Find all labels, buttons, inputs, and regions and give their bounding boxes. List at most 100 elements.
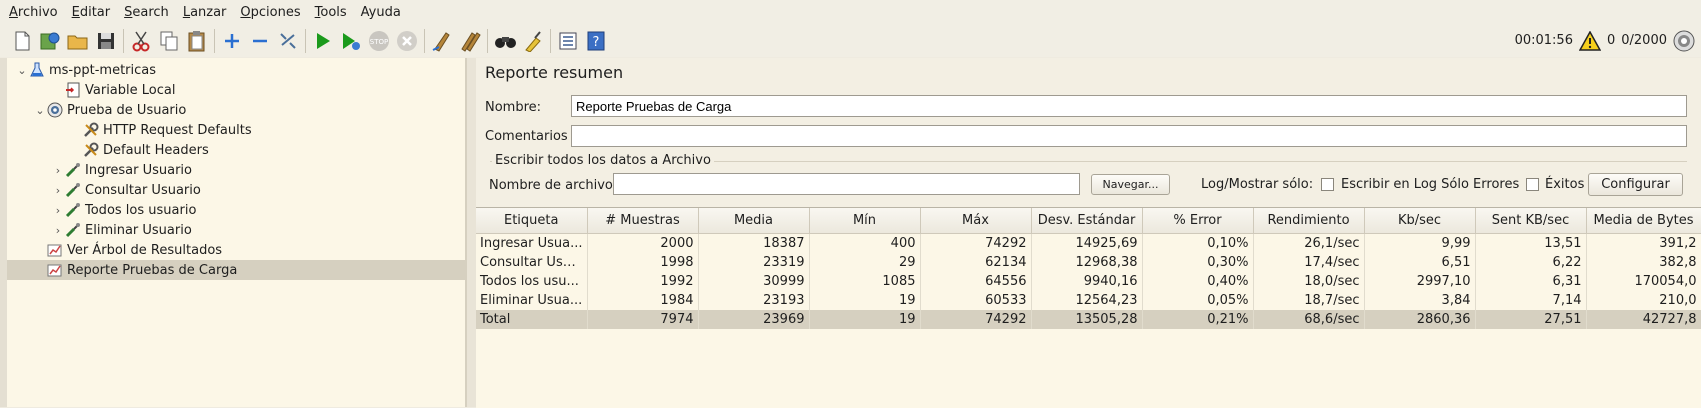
- success-checkbox[interactable]: [1526, 178, 1539, 191]
- table-cell: 60533: [920, 291, 1032, 310]
- results-table-area: Etiqueta # Muestras Media Mín Máx Desv. Están…: [476, 207, 1701, 408]
- tree-item[interactable]: ⌄ Prueba de Usuario: [7, 100, 465, 120]
- column-header[interactable]: Media: [698, 208, 810, 234]
- expand-icon[interactable]: [221, 29, 243, 53]
- menu-item[interactable]: Archivo: [0, 5, 65, 20]
- tree-item[interactable]: ⌄ ms-ppt-metricas: [7, 60, 465, 80]
- expanded-chevron-icon[interactable]: ⌄: [33, 104, 47, 117]
- table-row[interactable]: Consultar Usu... 1998 23319 29 62134 12968,38…: [476, 253, 1701, 272]
- table-row[interactable]: Eliminar Usua... 1984 23193 19 60533 12564,23…: [476, 291, 1701, 310]
- clear-icon[interactable]: [431, 29, 453, 53]
- table-cell: 23969: [698, 310, 810, 329]
- table-row[interactable]: Total 7974 23969 19 74292 13505,28 0,21% 68,6/s…: [476, 310, 1701, 329]
- column-header[interactable]: Etiqueta: [476, 208, 588, 234]
- tree-item[interactable]: HTTP Request Defaults: [7, 120, 465, 140]
- save-icon[interactable]: [95, 29, 117, 53]
- tree-item[interactable]: Ver Árbol de Resultados: [7, 240, 465, 260]
- table-cell: 9940,16: [1031, 272, 1143, 291]
- menu-item[interactable]: Lanzar: [176, 5, 234, 20]
- errors-only-checkbox[interactable]: [1321, 178, 1334, 191]
- table-cell: 12564,23: [1031, 291, 1143, 310]
- start-no-pauses-icon[interactable]: [340, 29, 362, 53]
- collapsed-chevron-icon[interactable]: ›: [51, 184, 65, 197]
- column-header[interactable]: Media de Bytes: [1586, 208, 1701, 234]
- pipette-icon: [65, 162, 81, 178]
- copy-icon[interactable]: [158, 29, 180, 53]
- table-row[interactable]: Ingresar Usua... 2000 18387 400 74292 14925,6…: [476, 233, 1701, 253]
- name-label: Nombre:: [485, 100, 542, 115]
- start-icon[interactable]: [312, 29, 334, 53]
- menu-item[interactable]: Editar: [65, 5, 118, 20]
- column-header[interactable]: Sent KB/sec: [1475, 208, 1587, 234]
- table-cell: 1998: [587, 253, 699, 272]
- table-cell: 18,7/sec: [1253, 291, 1365, 310]
- filename-input[interactable]: [613, 173, 1080, 195]
- tree-item[interactable]: › Eliminar Usuario: [7, 220, 465, 240]
- search-icon[interactable]: [494, 29, 516, 53]
- table-cell: 13,51: [1475, 233, 1587, 253]
- success-label: Éxitos: [1545, 177, 1585, 192]
- table-body: Ingresar Usua... 2000 18387 400 74292 14925,6…: [476, 233, 1701, 329]
- column-header[interactable]: % Error: [1142, 208, 1254, 234]
- tree-item[interactable]: Default Headers: [7, 140, 465, 160]
- function-helper-icon[interactable]: [557, 29, 579, 53]
- column-header[interactable]: Kb/sec: [1364, 208, 1476, 234]
- tree-item-label: Eliminar Usuario: [85, 222, 192, 238]
- tree-item[interactable]: Reporte Pruebas de Carga: [7, 260, 465, 280]
- templates-icon[interactable]: [39, 29, 61, 53]
- shutdown-icon[interactable]: [396, 29, 418, 53]
- elapsed-timer: 00:01:56: [1514, 33, 1573, 48]
- thread-status-icon: [1673, 30, 1695, 52]
- table-cell: 17,4/sec: [1253, 253, 1365, 272]
- clear-all-icon[interactable]: [459, 29, 481, 53]
- cut-icon[interactable]: [130, 29, 152, 53]
- table-cell: 2997,10: [1364, 272, 1476, 291]
- svg-text:?: ?: [593, 35, 600, 50]
- column-header[interactable]: Mín: [809, 208, 921, 234]
- new-icon[interactable]: [11, 29, 33, 53]
- menu-mnemonic: A: [9, 4, 18, 20]
- toolbar: STOP ? 00:01:56 0 0/2000: [0, 24, 1701, 57]
- collapsed-chevron-icon[interactable]: ›: [51, 164, 65, 177]
- table-cell: 7974: [587, 310, 699, 329]
- left-edge-strip: [0, 58, 7, 407]
- menu-item[interactable]: Opciones: [233, 5, 307, 20]
- comments-input[interactable]: [571, 125, 1687, 147]
- open-icon[interactable]: [67, 29, 89, 53]
- tree-item-label: Ver Árbol de Resultados: [67, 242, 223, 258]
- toggle-icon[interactable]: [277, 29, 299, 53]
- stop-icon[interactable]: STOP: [368, 29, 390, 53]
- tree-item[interactable]: › Todos los usuario: [7, 200, 465, 220]
- menu-item[interactable]: Search: [117, 5, 176, 20]
- browse-button[interactable]: Navegar...: [1091, 174, 1170, 195]
- log-show-label: Log/Mostrar sólo:: [1201, 177, 1314, 192]
- configure-button[interactable]: Configurar: [1588, 173, 1683, 196]
- table-cell: 0,40%: [1142, 272, 1254, 291]
- column-header[interactable]: Desv. Estándar: [1031, 208, 1143, 234]
- table-cell: 400: [809, 233, 921, 253]
- table-row[interactable]: Todos los usu... 1992 30999 1085 64556 9940,1…: [476, 272, 1701, 291]
- column-header[interactable]: Máx: [920, 208, 1032, 234]
- paste-icon[interactable]: [186, 29, 208, 53]
- warning-icon[interactable]: [1578, 30, 1601, 51]
- table-cell: 1085: [809, 272, 921, 291]
- collapse-icon[interactable]: [249, 29, 271, 53]
- panel-title: Reporte resumen: [485, 63, 624, 82]
- menu-item[interactable]: Tools: [308, 5, 354, 20]
- expanded-chevron-icon[interactable]: ⌄: [15, 64, 29, 77]
- table-cell: 170054,0: [1586, 272, 1701, 291]
- column-header[interactable]: # Muestras: [587, 208, 699, 234]
- collapsed-chevron-icon[interactable]: ›: [51, 224, 65, 237]
- column-header[interactable]: Rendimiento: [1253, 208, 1365, 234]
- table-cell: Total: [476, 310, 588, 329]
- table-cell: 1992: [587, 272, 699, 291]
- tree-item-label: Default Headers: [103, 142, 209, 158]
- tree-item[interactable]: › Ingresar Usuario: [7, 160, 465, 180]
- tree-item[interactable]: Variable Local: [7, 80, 465, 100]
- tree-item[interactable]: › Consultar Usuario: [7, 180, 465, 200]
- help-icon[interactable]: ?: [585, 29, 607, 53]
- name-input[interactable]: [571, 95, 1687, 117]
- collapsed-chevron-icon[interactable]: ›: [51, 204, 65, 217]
- reset-search-icon[interactable]: [522, 29, 544, 53]
- menu-item[interactable]: Ayuda: [354, 5, 408, 20]
